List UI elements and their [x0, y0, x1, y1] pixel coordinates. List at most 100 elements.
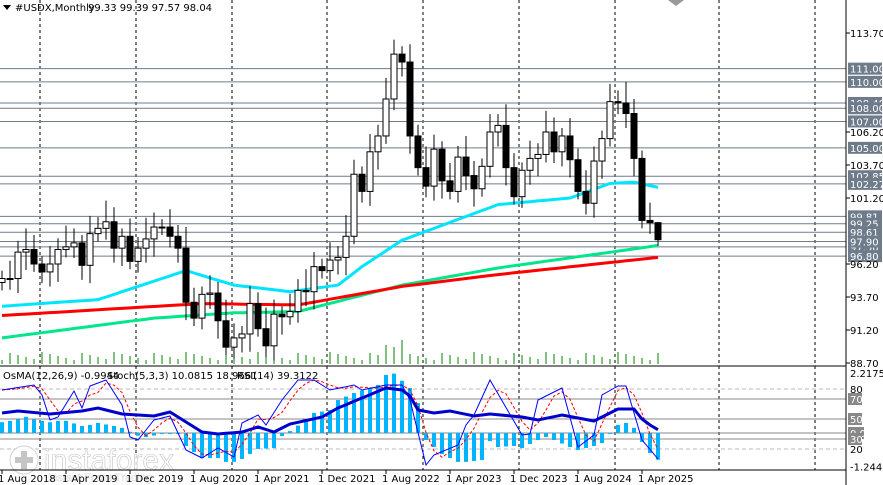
osma-bar — [448, 433, 452, 458]
bear-candle — [638, 157, 646, 221]
osma-bar — [248, 433, 252, 454]
bull-candle — [390, 53, 398, 100]
bull-candle — [382, 98, 390, 137]
osc-level-label: 50 — [850, 415, 863, 426]
bear-candle — [462, 156, 470, 177]
time-tick-label: 1 Dec 2021 — [318, 474, 376, 485]
bull-candle — [542, 131, 550, 155]
bull-candle — [590, 160, 598, 204]
bear-candle — [438, 148, 446, 182]
bull-candle — [54, 248, 62, 265]
osma-bar — [64, 420, 68, 433]
bull-candle — [366, 151, 374, 192]
bear-candle — [422, 167, 430, 187]
time-tick-label: 1 Dec 2023 — [510, 474, 568, 485]
bull-candle — [310, 266, 318, 293]
osma-bar — [296, 425, 300, 433]
bull-candle — [430, 148, 438, 187]
bull-candle — [102, 221, 110, 229]
bull-candle — [294, 289, 302, 313]
osma-bar — [512, 433, 516, 446]
bear-candle — [566, 135, 574, 161]
bull-candle — [454, 156, 462, 192]
bull-candle — [206, 292, 214, 295]
bear-candle — [254, 303, 262, 330]
bear-candle — [550, 131, 558, 153]
bear-candle — [646, 219, 654, 224]
osma-bar — [432, 433, 436, 448]
osma-bar — [536, 433, 540, 441]
bear-candle — [262, 328, 270, 347]
osma-bar — [96, 423, 100, 433]
bear-candle — [414, 135, 422, 169]
bear-candle — [654, 222, 662, 241]
bear-candle — [78, 242, 86, 266]
bull-candle — [334, 256, 342, 261]
bull-candle — [62, 246, 70, 250]
osma-bar — [8, 420, 12, 433]
osma-bar — [344, 396, 348, 433]
chart-canvas[interactable]: instaforex Instant Forex Trading 111.001… — [0, 0, 883, 485]
bear-candle — [302, 289, 310, 293]
time-tick-label: 1 Apr 2021 — [254, 474, 309, 485]
osma-bar — [40, 420, 44, 433]
bull-candle — [6, 278, 14, 281]
osma-bar — [104, 424, 108, 433]
bear-candle — [574, 159, 582, 192]
osma-bar — [384, 374, 388, 433]
osma-bar — [216, 433, 220, 459]
level-price-label: 107.00 — [850, 117, 883, 128]
osma-bar — [288, 431, 292, 433]
osma-bar — [496, 433, 500, 448]
bear-candle — [398, 53, 406, 63]
osma-bar — [568, 433, 572, 448]
bull-candle — [558, 135, 566, 153]
bull-candle — [246, 303, 254, 335]
osma-bar — [56, 420, 60, 433]
time-tick-label: 1 Aug 2018 — [0, 474, 56, 485]
osma-tick-label: -1.244 — [850, 463, 882, 474]
bull-candle — [22, 248, 30, 253]
bear-candle — [190, 301, 198, 319]
price-tick-label: 96.20 — [850, 260, 879, 271]
bull-candle — [0, 278, 6, 283]
level-price-label: 105.00 — [850, 144, 883, 155]
bear-candle — [630, 113, 638, 159]
osma-bar — [280, 433, 284, 436]
osma-bar — [504, 433, 508, 447]
level-price-label: 108.00 — [850, 104, 883, 115]
osma-bar — [88, 424, 92, 433]
bull-candle — [134, 247, 142, 262]
osma-bar — [600, 433, 604, 443]
osma-bar — [616, 424, 620, 433]
bull-candle — [374, 135, 382, 153]
bear-candle — [406, 61, 414, 137]
bear-candle — [110, 221, 118, 249]
bear-candle — [318, 266, 326, 272]
osma-bar — [224, 433, 228, 462]
bear-candle — [278, 313, 286, 318]
level-price-label: 102.27 — [850, 180, 883, 191]
osc-level-label: 20 — [850, 445, 863, 456]
osma-bar — [168, 433, 172, 435]
bear-candle — [214, 292, 222, 322]
price-tick-label: 103.70 — [850, 161, 883, 172]
bull-candle — [350, 173, 358, 237]
bull-candle — [118, 235, 126, 249]
osc-level-label: 70 — [850, 395, 863, 406]
osma-bar — [72, 423, 76, 433]
osma-bar — [544, 433, 548, 438]
osma-bar — [120, 427, 124, 433]
osma-bar — [192, 433, 196, 453]
osma-bar — [552, 433, 556, 441]
osma-bar — [24, 416, 28, 433]
bull-candle — [198, 293, 206, 319]
stoch-label: Stoch(5,3,3) 10.0815 18.9661 — [107, 371, 258, 382]
osma-bar — [264, 433, 268, 449]
bear-candle — [614, 101, 622, 104]
bull-candle — [494, 124, 502, 133]
bear-candle — [502, 124, 510, 169]
bear-candle — [38, 263, 46, 273]
time-tick-label: 1 Aug 2022 — [382, 474, 440, 485]
time-tick-label: 1 Dec 2019 — [126, 474, 184, 485]
